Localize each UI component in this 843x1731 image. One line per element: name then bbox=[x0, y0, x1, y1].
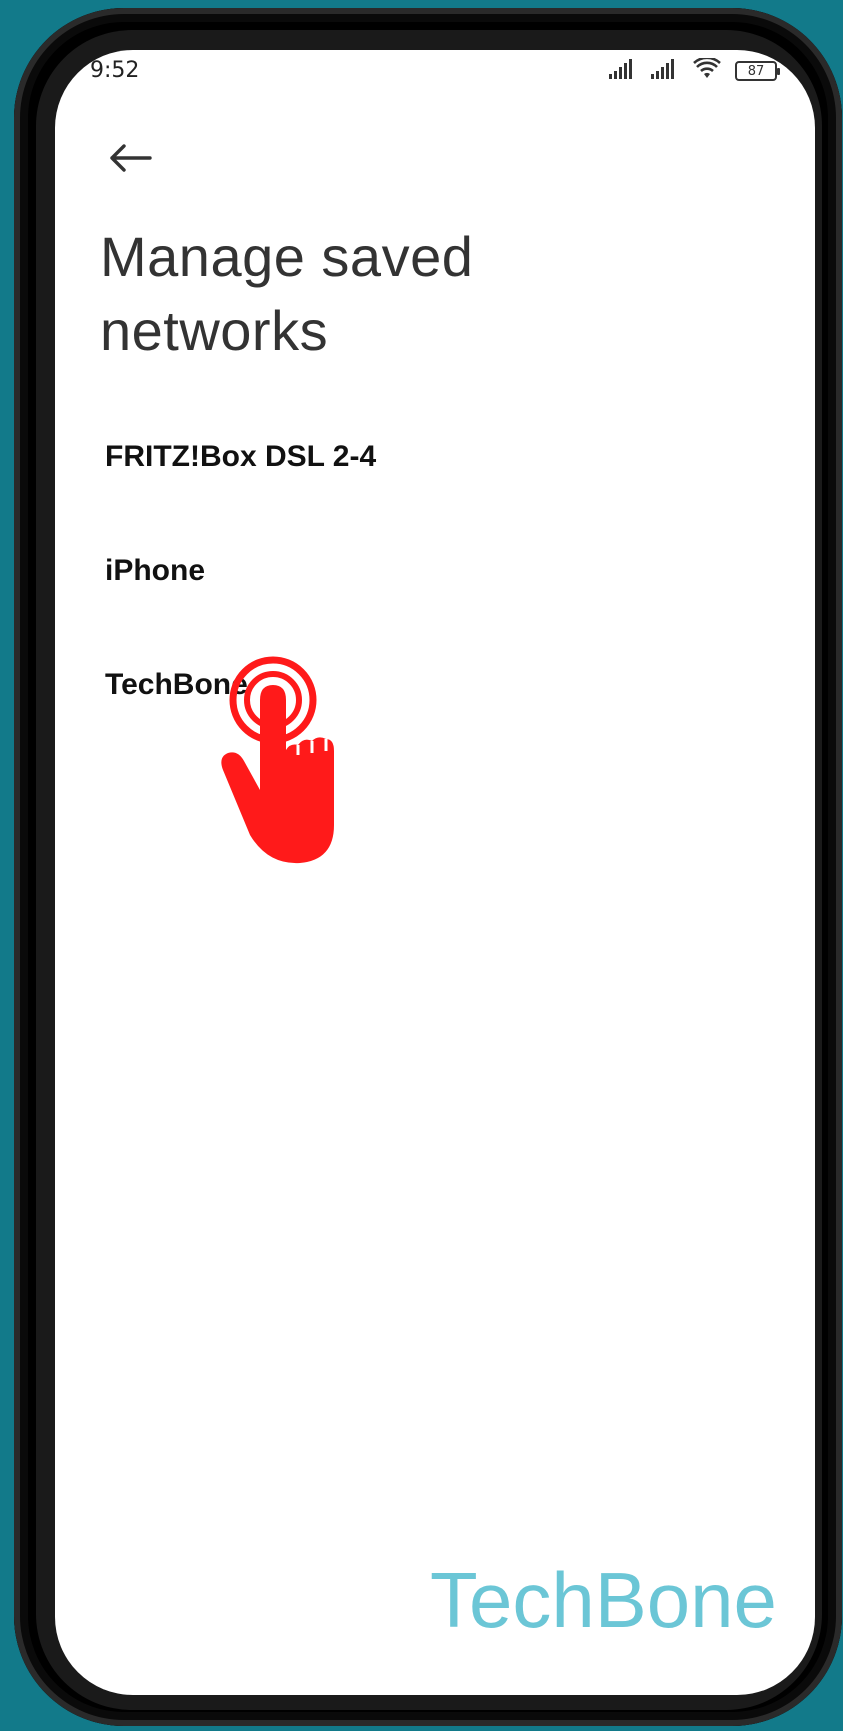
network-item[interactable]: TechBone bbox=[55, 628, 815, 742]
back-button[interactable] bbox=[100, 130, 160, 190]
page-title: Manage saved networks bbox=[100, 225, 474, 362]
status-time: 9:52 bbox=[90, 58, 140, 83]
battery-level: 87 bbox=[747, 63, 765, 79]
network-label: iPhone bbox=[105, 554, 206, 587]
battery-icon: 87 bbox=[735, 61, 780, 81]
saved-network-list: FRITZ!Box DSL 2-4 iPhone TechBone bbox=[55, 440, 815, 782]
status-icons: 87 bbox=[609, 56, 780, 84]
arrow-left-icon bbox=[106, 141, 154, 179]
watermark: TechBone bbox=[430, 1556, 777, 1644]
wifi-icon bbox=[693, 56, 721, 84]
network-label: FRITZ!Box DSL 2-4 bbox=[105, 440, 377, 473]
network-label: TechBone bbox=[105, 668, 248, 701]
network-item[interactable]: FRITZ!Box DSL 2-4 bbox=[55, 400, 815, 514]
status-bar: 9:52 87 bbox=[55, 50, 815, 90]
signal-icon bbox=[651, 59, 679, 83]
network-item[interactable]: iPhone bbox=[55, 514, 815, 628]
phone-screen: 9:52 87 Manage saved networks FRITZ!Box … bbox=[55, 50, 815, 1695]
signal-icon bbox=[609, 59, 637, 83]
